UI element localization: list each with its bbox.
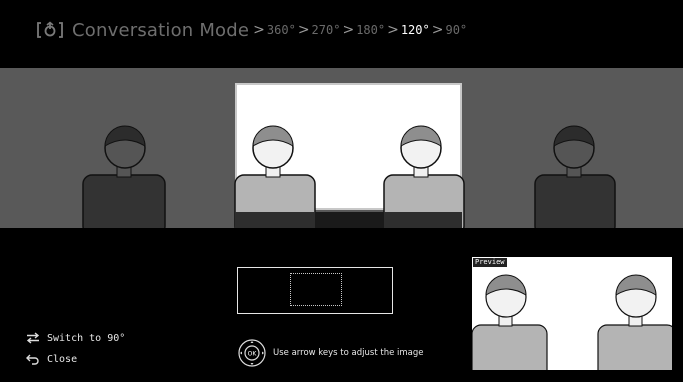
panorama-view[interactable] (0, 68, 683, 228)
switch-arrows-icon (26, 332, 40, 344)
person-figure-1 (82, 125, 166, 228)
close-hint[interactable]: Close (26, 353, 77, 365)
position-minimap (237, 267, 393, 314)
preview-label: Preview (473, 258, 507, 267)
angle-separator: > (387, 22, 399, 38)
arrow-keys-label: Use arrow keys to adjust the image (273, 348, 424, 358)
switch-hint[interactable]: Switch to 90° (26, 332, 125, 344)
angle-options: > 360° > 270° > 180° > 120° > 90° (251, 22, 467, 38)
angle-separator: > (253, 22, 265, 38)
angle-option-120[interactable]: 120° (401, 23, 430, 37)
angle-separator: > (431, 22, 444, 38)
minimap-selection (290, 273, 342, 306)
dpad-ok-icon[interactable]: OK (237, 338, 267, 368)
conversation-mode-icon (37, 21, 63, 38)
back-arrow-icon (26, 354, 39, 365)
angle-option-90[interactable]: 90° (445, 23, 467, 37)
preview-person-2 (597, 274, 672, 370)
preview-person-1 (472, 274, 548, 370)
person-figure-4 (534, 125, 616, 228)
angle-option-360[interactable]: 360° (267, 23, 296, 37)
page-title: Conversation Mode > 360° > 270° > 180° >… (36, 18, 467, 42)
switch-label: Switch to 90° (47, 332, 126, 344)
header-bar: Conversation Mode > 360° > 270° > 180° >… (0, 0, 683, 68)
panorama-people (82, 125, 616, 228)
arrow-keys-hint: OK Use arrow keys to adjust the image (237, 338, 424, 368)
angle-option-270[interactable]: 270° (312, 23, 341, 37)
angle-separator: > (342, 22, 355, 38)
angle-separator: > (297, 22, 310, 38)
preview-people (472, 274, 672, 370)
close-label: Close (47, 353, 78, 365)
ok-label: OK (248, 351, 258, 358)
mode-title: Conversation Mode (72, 19, 250, 41)
preview-window: Preview (472, 257, 672, 370)
angle-option-180[interactable]: 180° (356, 23, 385, 37)
